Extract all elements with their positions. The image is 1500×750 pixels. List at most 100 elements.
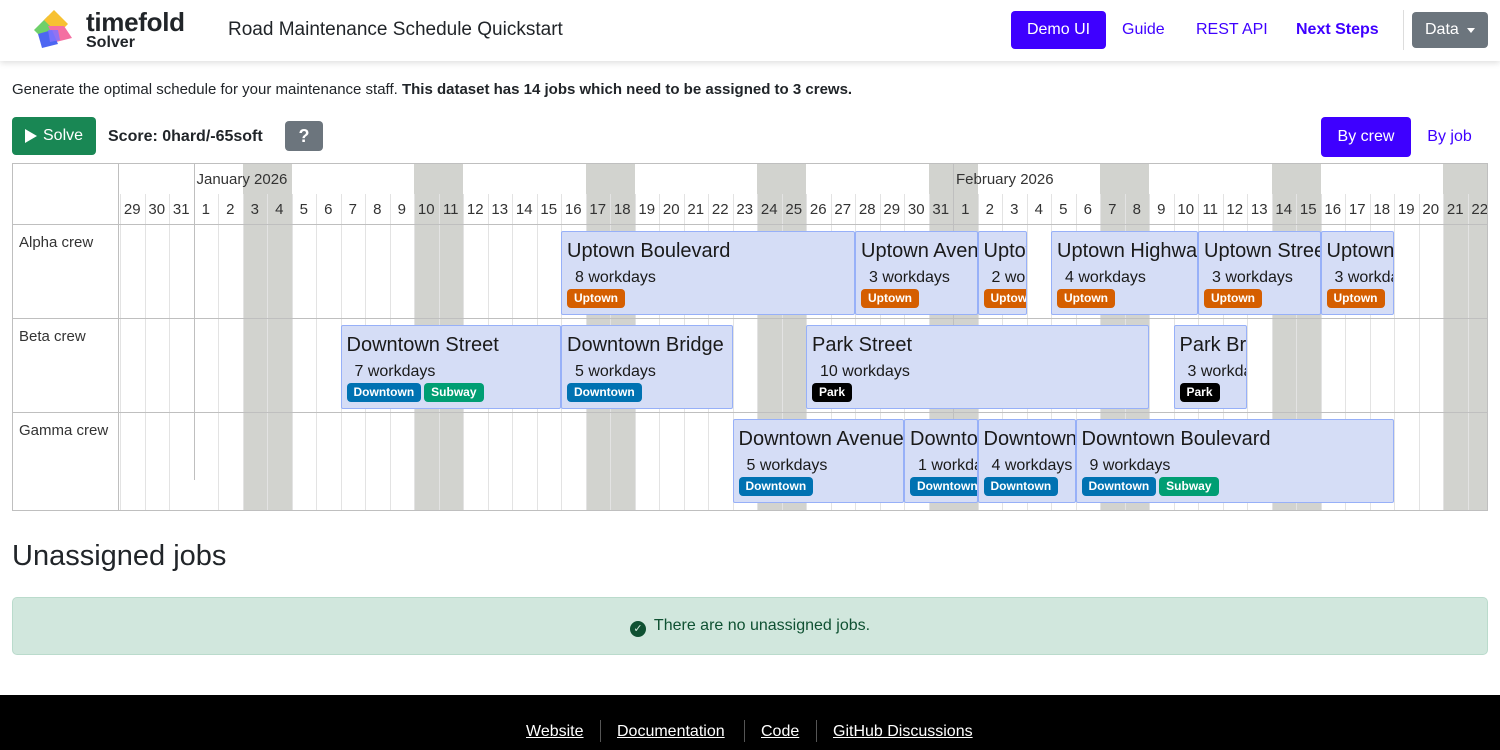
day-label: 13	[491, 201, 509, 218]
day-label: 15	[540, 201, 558, 218]
job-block[interactable]: Uptown Street 3 workdays Uptown	[1198, 231, 1321, 315]
tag-badge: Downtown	[910, 477, 977, 496]
day-label: 8	[373, 201, 382, 218]
footer-link-code[interactable]: Code	[761, 722, 799, 742]
day-label: 14	[515, 201, 533, 218]
job-title: Downtown Bridge	[567, 334, 724, 356]
job-block[interactable]: Uptown Street 2 workdays Uptown	[977, 231, 1027, 315]
tag-badge: Uptown	[983, 289, 1026, 308]
job-block[interactable]: Uptown Boulevard 8 workdays Uptown	[561, 231, 855, 315]
job-block[interactable]: Downtown Avenue 5 workdays Downtown	[732, 419, 904, 503]
nav-divider	[1403, 10, 1404, 50]
crew-label: Alpha crew	[19, 234, 94, 251]
tag-badge: Uptown	[1326, 289, 1385, 308]
job-tags: Downtown Subway	[1081, 477, 1222, 496]
tag-badge: Downtown	[738, 477, 814, 496]
job-title: Downtown Street	[346, 334, 499, 356]
day-label: 14	[1275, 201, 1293, 218]
job-block[interactable]: Downtown Street 7 workdays Downtown Subway	[340, 325, 561, 409]
job-tags: Uptown	[983, 289, 1026, 308]
day-label: 30	[907, 201, 925, 218]
tag-badge: Subway	[1159, 477, 1219, 496]
day-label: 2	[226, 201, 235, 218]
schedule-timeline[interactable]: January 2026 February 2026 29 30 31 1 2 3 4 5 6 7 8 9…	[12, 163, 1488, 511]
job-duration: 1 workday	[918, 457, 977, 474]
score-label: Score: 0hard/-65soft	[108, 128, 263, 145]
intro-lead: Generate the optimal schedule for your m…	[12, 81, 402, 98]
day-label: 10	[417, 201, 435, 218]
day-label: 17	[1348, 201, 1366, 218]
next-steps-link[interactable]: Next Steps	[1296, 19, 1379, 41]
day-label: 3	[1010, 201, 1019, 218]
job-tags: Uptown	[1326, 289, 1388, 308]
day-label: 11	[1202, 201, 1219, 218]
day-label: 19	[1397, 201, 1415, 218]
demo-ui-button[interactable]: Demo UI	[1011, 11, 1106, 49]
day-label: 1	[201, 201, 210, 218]
data-dropdown-button[interactable]: Data	[1412, 12, 1488, 48]
by-crew-tab[interactable]: By crew	[1321, 117, 1411, 157]
job-title: Downtown Highway	[983, 428, 1076, 450]
tag-badge: Uptown	[1204, 289, 1262, 308]
footer: Website Documentation Code GitHub Discus…	[0, 695, 1500, 750]
solve-label: Solve	[43, 127, 84, 144]
job-tags: Uptown	[1057, 289, 1118, 308]
day-label: 21	[1446, 201, 1464, 218]
job-duration: 8 workdays	[575, 269, 656, 286]
footer-link-website[interactable]: Website	[526, 722, 584, 742]
data-dropdown-label: Data	[1425, 21, 1459, 38]
job-tags: Uptown	[567, 289, 628, 308]
help-button[interactable]: ?	[285, 121, 323, 151]
guide-link[interactable]: Guide	[1122, 19, 1165, 41]
day-label: 29	[883, 201, 901, 218]
job-tags: Downtown	[983, 477, 1062, 496]
alert-message: There are no unassigned jobs.	[653, 617, 871, 634]
logo-wordmark: timefold	[86, 7, 185, 37]
job-block[interactable]: Downtown Street 1 workday Downtown	[904, 419, 978, 503]
tag-badge: Downtown	[1081, 477, 1157, 496]
rest-api-link[interactable]: REST API	[1196, 19, 1268, 41]
day-label: 4	[1034, 201, 1043, 218]
footer-link-documentation[interactable]: Documentation	[617, 722, 725, 742]
job-duration: 9 workdays	[1089, 457, 1171, 474]
tag-badge: Uptown	[1057, 289, 1115, 308]
by-job-tab[interactable]: By job	[1413, 117, 1486, 157]
day-gridline	[145, 194, 146, 510]
day-label: 9	[1157, 201, 1166, 218]
day-label: 22	[711, 201, 729, 218]
job-block[interactable]: Park Street 10 workdays Park	[806, 325, 1149, 409]
job-duration: 2 workdays	[991, 269, 1026, 286]
day-label: 17	[589, 201, 607, 218]
day-label: 7	[348, 201, 357, 218]
job-duration: 3 workdays	[1187, 363, 1247, 380]
crew-label: Gamma crew	[19, 422, 109, 439]
day-label: 31	[172, 201, 190, 218]
job-tags: Park	[1179, 383, 1223, 402]
job-duration: 7 workdays	[354, 363, 436, 380]
unassigned-alert: ✓ There are no unassigned jobs.	[12, 597, 1488, 655]
tag-badge: Uptown	[861, 289, 919, 308]
day-label: 13	[1250, 201, 1268, 218]
footer-link-github-discussions[interactable]: GitHub Discussions	[833, 722, 973, 742]
job-title: Uptown Highway	[1057, 240, 1198, 262]
solve-button[interactable]: Solve	[12, 117, 96, 155]
day-label: 24	[760, 201, 778, 218]
job-block[interactable]: Downtown Boulevard 9 workdays Downtown Subw…	[1075, 419, 1394, 503]
job-block[interactable]: Downtown Bridge 5 workdays Downtown	[561, 325, 733, 409]
job-title: Park Bridge	[1179, 334, 1247, 356]
job-block[interactable]: Park Bridge 3 workdays Park	[1173, 325, 1247, 409]
footer-divider	[600, 720, 601, 742]
job-duration: 3 workdays	[1334, 269, 1394, 286]
alert-content: ✓ There are no unassigned jobs.	[13, 616, 1487, 637]
day-label: 22	[1471, 201, 1488, 218]
job-block[interactable]: Downtown Highway 4 workdays Downtown	[977, 419, 1076, 503]
job-block[interactable]: Uptown Avenue 3 workdays Uptown	[855, 231, 978, 315]
job-block[interactable]: Uptown Highway 4 workdays Uptown	[1051, 231, 1198, 315]
day-label: 5	[299, 201, 308, 218]
day-gridline	[316, 194, 317, 510]
row-divider	[13, 318, 1487, 319]
job-block[interactable]: Uptown Bridge 3 workdays Uptown	[1320, 231, 1394, 315]
day-label: 20	[1422, 201, 1440, 218]
day-label: 25	[785, 201, 803, 218]
day-label: 30	[148, 201, 166, 218]
